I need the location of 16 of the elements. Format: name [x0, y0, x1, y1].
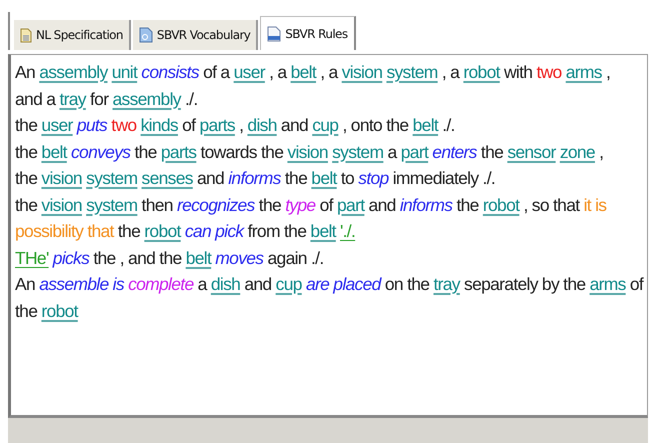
- rule-text-line: the belt conveys the parts towards the vision system a part enters the sensor zone ,: [15, 140, 604, 164]
- rule-text-line: the robot: [15, 300, 78, 322]
- rule-text-line: THe' picks the , and the belt moves again ./.: [15, 246, 324, 270]
- rule-text-line: the vision system senses and informs the belt to stop immediately ./.: [15, 167, 496, 190]
- document-icon: [138, 27, 153, 43]
- editor-tab[interactable]: NL Specification: [14, 20, 131, 50]
- rule-text-line: the vision system then recognizes the type of part and informs the robot , so that it is: [15, 194, 606, 217]
- rule-text-line: the user puts two kinds of parts , dish and cup , onto the belt ./.: [15, 114, 455, 137]
- editor-tab[interactable]: SBVR Rules: [260, 16, 356, 50]
- rule-text-line: An assemble is complete a dish and cup are placed on the tray separately by the arms of: [15, 273, 644, 296]
- rule-text-line: An assembly unit consists of a user , a belt , a vision system , a robot with two arms ,: [15, 61, 610, 84]
- document-icon: [267, 26, 282, 42]
- rule-text-line: possibility that the robot can pick from the belt './.: [15, 220, 356, 243]
- rule-text-line: and a tray for assembly ./.: [15, 88, 198, 111]
- editor-tab[interactable]: SBVR Vocabulary: [132, 20, 258, 50]
- document-icon: [20, 28, 32, 42]
